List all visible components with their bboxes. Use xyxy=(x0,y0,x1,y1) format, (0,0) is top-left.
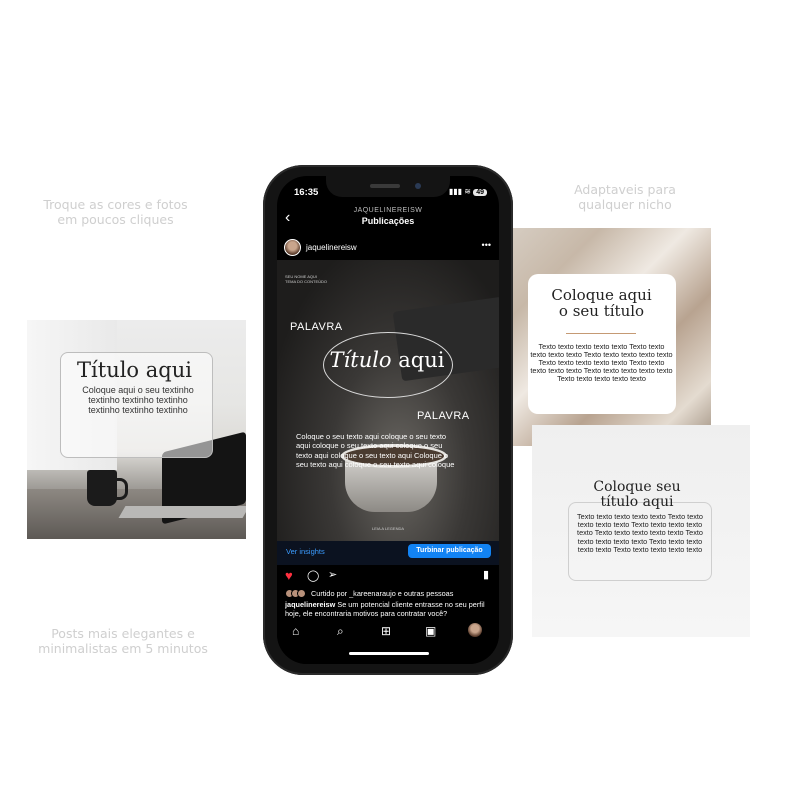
mug-handle xyxy=(115,478,128,500)
liker-avatars xyxy=(285,589,306,598)
create-post-icon[interactable]: ⊞ xyxy=(381,624,391,638)
home-indicator[interactable] xyxy=(349,652,429,655)
post-body-text: Coloque o seu texto aqui coloque o seu t… xyxy=(296,432,455,469)
top-right-card-title: Coloque aqui o seu título xyxy=(551,286,652,320)
bookmark-icon[interactable]: ▮ xyxy=(483,568,489,581)
profile-avatar[interactable] xyxy=(468,623,482,637)
post-title-rest: aqui xyxy=(391,348,445,372)
left-card-title: Título aqui xyxy=(77,358,192,382)
mug-image xyxy=(87,470,117,506)
avatar xyxy=(297,589,306,598)
post-small-footer: LEIA A LEGENDA xyxy=(372,526,405,531)
battery-icon: 49 xyxy=(473,189,487,196)
left-card-body: Coloque aqui o seu textinho textinho tex… xyxy=(82,385,194,415)
view-insights-link[interactable]: Ver insights xyxy=(286,547,325,556)
post-small-header: SEU NOME AQUI TEMA DO CONTEÚDO xyxy=(285,274,328,284)
post-image[interactable]: SEU NOME AQUI TEMA DO CONTEÚDO PALAVRA T… xyxy=(277,260,499,541)
reels-icon[interactable]: ▣ xyxy=(425,624,436,638)
post-title-italic: Título xyxy=(329,348,392,372)
laptop-base xyxy=(118,506,246,518)
bottom-right-card-body: Texto texto texto texto texto Texto text… xyxy=(576,512,703,554)
home-icon[interactable]: ⌂ xyxy=(292,624,299,638)
template-card-left xyxy=(27,320,246,539)
bottom-right-card-title: Coloque seu título aqui xyxy=(593,479,681,510)
post-title: Título aqui xyxy=(323,348,451,372)
caption-top-right: Adaptaveis para qualquer nicho xyxy=(574,182,676,212)
caption-top-left: Troque as cores e fotos em poucos clique… xyxy=(43,197,188,227)
status-icons: ▮▮▮ ≋ 49 xyxy=(449,187,487,196)
template-card-top-right xyxy=(492,228,711,446)
front-camera xyxy=(415,183,421,189)
search-icon[interactable]: ⌕ xyxy=(337,624,344,639)
post-word-2: PALAVRA xyxy=(417,410,470,422)
speaker-grille xyxy=(370,184,400,188)
top-right-card-body: Texto texto texto texto texto Texto text… xyxy=(530,342,673,384)
nav-username: JAQUELINEREISW xyxy=(353,207,423,214)
caption-username[interactable]: jaquelinereisw xyxy=(285,600,335,609)
post-caption: jaquelinereisw Se um potencial cliente e… xyxy=(285,600,495,618)
nav-title: Publicações xyxy=(361,216,415,226)
post-username[interactable]: jaquelinereisw xyxy=(306,243,357,252)
more-options-icon[interactable]: ••• xyxy=(482,240,491,250)
comment-icon[interactable]: ◯ xyxy=(307,569,319,582)
avatar[interactable] xyxy=(284,239,301,256)
accent-divider xyxy=(566,333,636,334)
post-word-1: PALAVRA xyxy=(290,321,343,333)
share-icon[interactable]: ➢ xyxy=(328,568,337,581)
liked-by-text[interactable]: Curtido por _kareenaraujo e outras pesso… xyxy=(311,589,453,598)
caption-bottom-left: Posts mais elegantes e minimalistas em 5… xyxy=(38,626,208,656)
wifi-icon: ≋ xyxy=(464,187,471,196)
boost-post-button[interactable]: Turbinar publicação xyxy=(408,544,491,558)
signal-icon: ▮▮▮ xyxy=(448,187,463,196)
status-time: 16:35 xyxy=(294,187,319,198)
phone-screen: 16:35 ▮▮▮ ≋ 49 ‹ JAQUELINEREISW Publicaç… xyxy=(277,176,499,664)
like-heart-icon[interactable]: ♥ xyxy=(285,568,293,583)
